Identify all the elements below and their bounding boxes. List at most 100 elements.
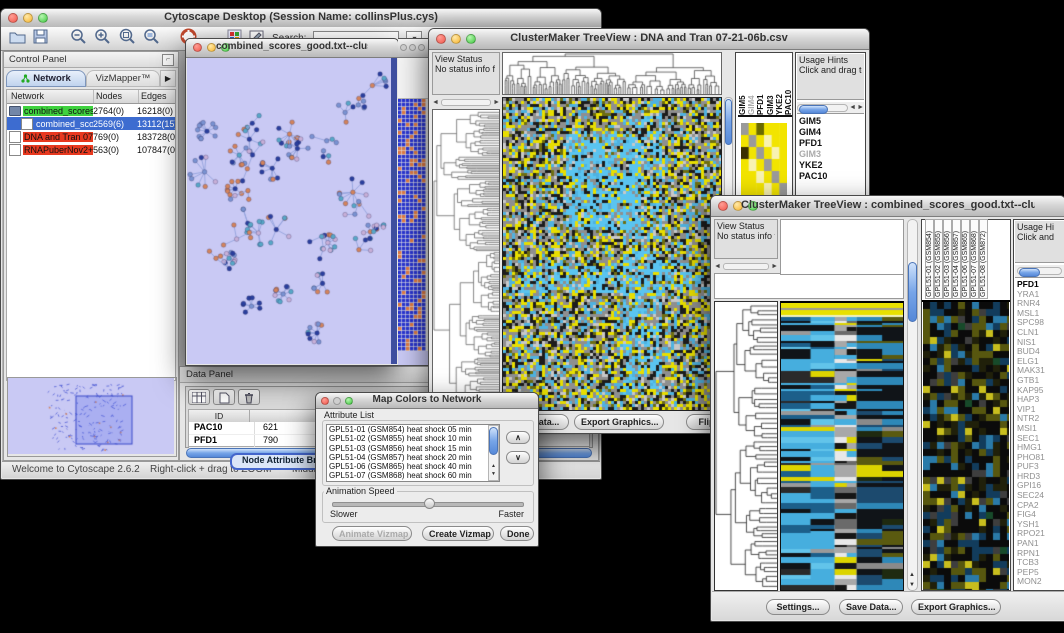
tv2-gene-item[interactable]: VIP1 [1017, 405, 1064, 415]
tv2-gene-item[interactable]: YRA1 [1017, 290, 1064, 300]
tv2-gene-item[interactable]: RPN1 [1017, 549, 1064, 559]
tv2-gene-item[interactable]: GTB1 [1017, 376, 1064, 386]
tv2-gene-item[interactable]: NIS1 [1017, 338, 1064, 348]
tv2-save-data-button[interactable]: Save Data... [839, 599, 903, 615]
zoom-fit-icon[interactable] [118, 28, 136, 49]
tv2-gene-item[interactable]: ELG1 [1017, 357, 1064, 367]
tv2-gene-item[interactable]: CLN1 [1017, 328, 1064, 338]
close-button[interactable] [193, 43, 202, 52]
tv1-gene-item[interactable]: PFD1 [799, 138, 864, 149]
close-button[interactable] [436, 34, 446, 44]
tv2-mini-hscrollbar[interactable]: ◄► [714, 261, 778, 271]
tv1-gene-item[interactable]: YKE2 [799, 160, 864, 171]
attribute-list[interactable]: GPL51-01 (GSM854) heat shock 05 minGPL51… [326, 424, 500, 482]
tv2-gene-item[interactable]: CPA2 [1017, 501, 1064, 511]
delete-attribute-icon[interactable] [238, 389, 260, 405]
dense-network-canvas[interactable] [398, 99, 428, 351]
network-table-body: combined_scores2764(0)16218(0)combined_s… [7, 104, 175, 156]
tv2-heatmap[interactable] [780, 301, 904, 591]
open-session-icon[interactable] [9, 29, 26, 49]
tv2-settings-button[interactable]: Settings... [766, 599, 830, 615]
tv2-gene-item[interactable]: PFD1 [1017, 280, 1064, 290]
tv2-gene-item[interactable]: SEC1 [1017, 434, 1064, 444]
close-button[interactable] [718, 201, 728, 211]
tab-vizmapper[interactable]: VizMapper™ [86, 70, 160, 87]
network-row[interactable]: combined_sco2569(6)13112(15) [7, 117, 175, 130]
network-row[interactable]: DNA and Tran 07769(0)183728(0) [7, 130, 175, 143]
tv1-export-graphics-button[interactable]: Export Graphics... [574, 414, 664, 430]
close-button[interactable] [321, 397, 329, 405]
minimize-button[interactable] [207, 43, 216, 52]
tv2-gene-item[interactable]: TCB3 [1017, 558, 1064, 568]
attribute-item[interactable]: GPL51-03 (GSM856) heat shock 15 min [329, 444, 499, 453]
move-attribute-down-button[interactable]: ∨ [506, 451, 530, 464]
tv2-gene-item[interactable]: FIG4 [1017, 510, 1064, 520]
minimize-button[interactable] [409, 44, 416, 51]
attribute-item[interactable]: GPL51-02 (GSM855) heat shock 10 min [329, 434, 499, 443]
tv1-gene-item[interactable]: PAC10 [799, 171, 864, 182]
tv1-heatmap[interactable] [502, 97, 722, 411]
tv1-col-dendrogram[interactable] [502, 52, 722, 95]
close-button[interactable] [400, 44, 407, 51]
close-button[interactable] [8, 13, 18, 23]
tv1-mini-hscrollbar[interactable]: ◄► [432, 97, 500, 107]
tv2-gene-item[interactable]: MSI1 [1017, 424, 1064, 434]
tv2-export-graphics-button[interactable]: Export Graphics... [911, 599, 1001, 615]
tv2-gene-item[interactable]: SEC24 [1017, 491, 1064, 501]
tv2-gene-hscrollbar[interactable] [1015, 265, 1064, 278]
save-session-icon[interactable] [33, 29, 48, 49]
zoom-selected-icon[interactable] [143, 28, 160, 49]
tv1-gene-item[interactable]: GIM4 [799, 127, 864, 138]
zoom-in-icon[interactable] [94, 28, 111, 49]
zoom-button[interactable] [418, 44, 425, 51]
tv1-row-dendrogram[interactable] [432, 109, 500, 411]
tv2-gene-item[interactable]: RNR4 [1017, 299, 1064, 309]
tv2-gene-item[interactable]: PHO81 [1017, 453, 1064, 463]
tv2-gene-item[interactable]: PEP5 [1017, 568, 1064, 578]
tv2-gene-item[interactable]: YSH1 [1017, 520, 1064, 530]
zoom-out-icon[interactable] [70, 28, 87, 49]
tv2-gene-item[interactable]: MAK31 [1017, 366, 1064, 376]
float-panel-icon[interactable]: ⌐ [162, 54, 174, 66]
tv2-zoom-heatmap[interactable] [923, 302, 1009, 590]
create-vizmap-button[interactable]: Create Vizmap [422, 526, 494, 541]
tv2-gene-item[interactable]: MON2 [1017, 577, 1064, 587]
main-title-bar[interactable]: Cytoscape Desktop (Session Name: collins… [1, 9, 601, 28]
tv2-gene-item[interactable]: HMG1 [1017, 443, 1064, 453]
tab-network[interactable]: Network [6, 70, 86, 87]
tabs-overflow-button[interactable]: ▶ [160, 70, 176, 87]
minimize-button[interactable] [333, 397, 341, 405]
attribute-item[interactable]: GPL51-01 (GSM854) heat shock 05 min [329, 425, 499, 434]
move-attribute-up-button[interactable]: ∧ [506, 431, 530, 444]
tv2-gene-item[interactable]: GPI16 [1017, 481, 1064, 491]
tv1-gene-item[interactable]: GIM3 [799, 149, 864, 160]
attribute-list-scrollbar[interactable]: ▲ ▼ [488, 425, 499, 481]
tv1-zoom-heatmap[interactable] [741, 123, 787, 195]
network-overview[interactable] [7, 377, 177, 457]
new-attribute-icon[interactable] [213, 389, 235, 405]
network-row[interactable]: RNAPuberNov2+563(0)107847(0) [7, 143, 175, 156]
attribute-select-icon[interactable] [188, 389, 210, 405]
tv2-gene-item[interactable]: PUF3 [1017, 462, 1064, 472]
tv2-gene-item[interactable]: KAP95 [1017, 386, 1064, 396]
tv1-gene-hscrollbar[interactable]: ◄► [797, 102, 864, 114]
tv2-gene-item[interactable]: MSL1 [1017, 309, 1064, 319]
tv2-gene-item[interactable]: RPO21 [1017, 529, 1064, 539]
attribute-item[interactable]: GPL51-07 (GSM868) heat shock 60 min [329, 471, 499, 480]
animation-speed-slider[interactable] [332, 502, 524, 507]
done-button[interactable]: Done [500, 526, 534, 541]
attribute-item[interactable]: GPL51-04 (GSM857) heat shock 20 min [329, 453, 499, 462]
tv1-gene-item[interactable]: GIM5 [799, 116, 864, 127]
network-canvas[interactable] [187, 58, 391, 364]
tv2-gene-item[interactable]: NTR2 [1017, 414, 1064, 424]
tv2-row-dendrogram[interactable] [714, 301, 778, 591]
tv2-gene-item[interactable]: BUD4 [1017, 347, 1064, 357]
animate-vizmap-button[interactable]: Animate Vizmap [332, 526, 412, 541]
tv2-gene-item[interactable]: SPC98 [1017, 318, 1064, 328]
network-row[interactable]: combined_scores2764(0)16218(0) [7, 104, 175, 117]
tv2-gene-item[interactable]: PAN1 [1017, 539, 1064, 549]
tv2-gene-item[interactable]: HRD3 [1017, 472, 1064, 482]
tv2-gene-item[interactable]: HAP3 [1017, 395, 1064, 405]
tv2-vscrollbar[interactable]: ▲ ▼ [907, 219, 918, 591]
attribute-item[interactable]: GPL51-06 (GSM865) heat shock 40 min [329, 462, 499, 471]
